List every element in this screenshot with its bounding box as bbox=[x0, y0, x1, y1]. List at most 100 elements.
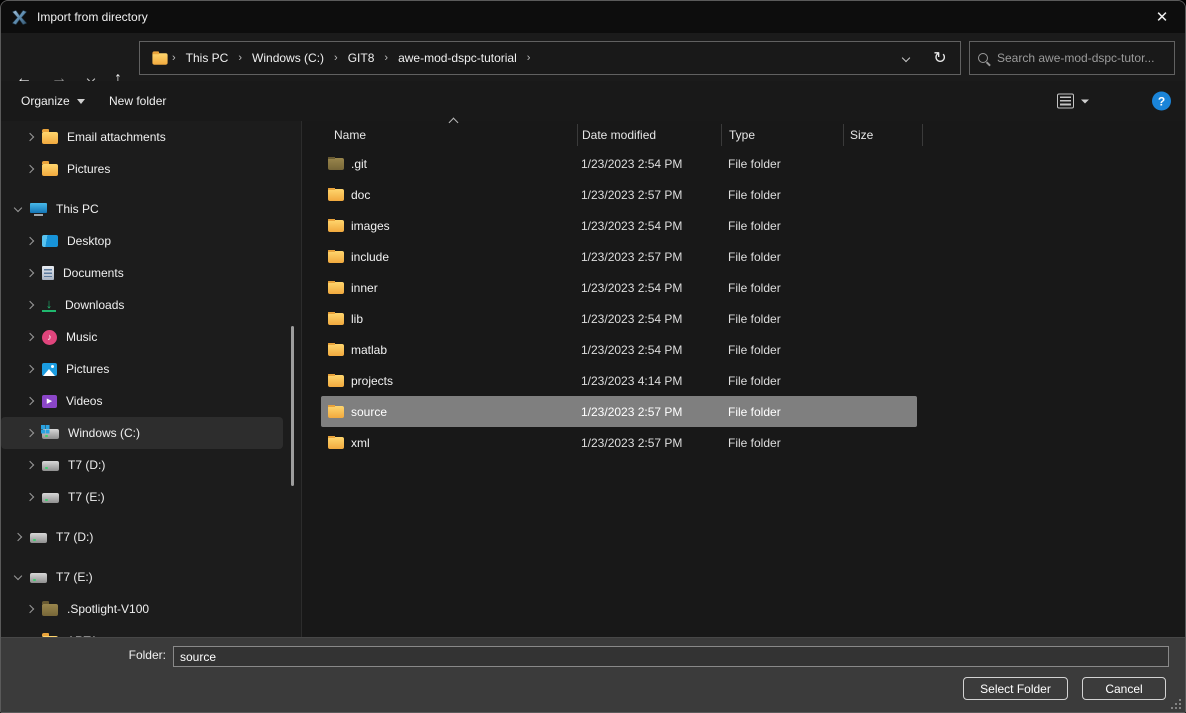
table-row[interactable]: matlab 1/23/2023 2:54 PM File folder bbox=[321, 334, 917, 365]
cancel-button[interactable]: Cancel bbox=[1082, 677, 1166, 700]
folder-icon bbox=[328, 220, 344, 232]
drive-icon bbox=[42, 461, 59, 471]
refresh-button[interactable]: ↻ bbox=[926, 45, 954, 71]
table-row[interactable]: projects 1/23/2023 4:14 PM File folder bbox=[321, 365, 917, 396]
drive-icon bbox=[42, 493, 59, 503]
table-row[interactable]: .git 1/23/2023 2:54 PM File folder bbox=[321, 148, 917, 179]
app-logo-icon bbox=[11, 9, 28, 26]
help-button[interactable]: ? bbox=[1152, 92, 1171, 111]
windows-drive-icon bbox=[42, 429, 59, 439]
breadcrumb: › This PC › Windows (C:) › GIT8 › awe-mo… bbox=[152, 47, 892, 69]
close-button[interactable]: ✕ bbox=[1139, 1, 1185, 32]
chevron-right-icon bbox=[14, 533, 22, 541]
breadcrumb-separator: › bbox=[234, 52, 246, 64]
window-title: Import from directory bbox=[37, 10, 148, 24]
address-bar[interactable]: › This PC › Windows (C:) › GIT8 › awe-mo… bbox=[139, 41, 961, 75]
resize-grip[interactable] bbox=[1171, 699, 1181, 709]
column-header-date[interactable]: Date modified bbox=[582, 128, 656, 142]
folder-icon bbox=[42, 164, 58, 176]
folder-name-input[interactable] bbox=[173, 646, 1169, 667]
table-row[interactable]: doc 1/23/2023 2:57 PM File folder bbox=[321, 179, 917, 210]
chevron-right-icon bbox=[26, 301, 34, 309]
sidebar-item-downloads[interactable]: ↓ Downloads bbox=[1, 289, 301, 321]
chevron-right-icon bbox=[26, 133, 34, 141]
folder-icon bbox=[152, 53, 167, 64]
navigation-pane: Email attachments Pictures This PC Deskt… bbox=[1, 121, 302, 637]
breadcrumb-this-pc[interactable]: This PC bbox=[180, 47, 235, 69]
breadcrumb-git8[interactable]: GIT8 bbox=[342, 47, 381, 69]
column-divider[interactable] bbox=[843, 124, 844, 146]
sidebar-item-spotlight-v100[interactable]: .Spotlight-V100 bbox=[1, 593, 301, 625]
sidebar-item-t7-e-root[interactable]: T7 (E:) bbox=[1, 561, 301, 593]
new-folder-button[interactable]: New folder bbox=[101, 88, 174, 114]
table-row[interactable]: inner 1/23/2023 2:54 PM File folder bbox=[321, 272, 917, 303]
chevron-down-icon bbox=[77, 99, 85, 104]
chevron-right-icon bbox=[26, 237, 34, 245]
search-box[interactable] bbox=[969, 41, 1175, 75]
chevron-down-icon bbox=[14, 571, 22, 579]
sidebar-item-t7-d[interactable]: T7 (D:) bbox=[1, 449, 301, 481]
hidden-folder-icon bbox=[328, 158, 344, 170]
music-icon: ♪ bbox=[42, 330, 57, 345]
column-header-type[interactable]: Type bbox=[729, 128, 755, 142]
hidden-folder-icon bbox=[42, 604, 58, 616]
column-header-name[interactable]: Name bbox=[334, 128, 366, 142]
import-dialog-window: Import from directory ✕ ← → ↑ › This PC … bbox=[0, 0, 1186, 713]
title-bar: Import from directory ✕ bbox=[1, 1, 1185, 33]
dialog-footer: Folder: bbox=[1, 637, 1185, 712]
table-row[interactable]: images 1/23/2023 2:54 PM File folder bbox=[321, 210, 917, 241]
table-row-selected[interactable]: source 1/23/2023 2:57 PM File folder bbox=[321, 396, 917, 427]
sidebar-item-music[interactable]: ♪ Music bbox=[1, 321, 301, 353]
chevron-down-icon bbox=[902, 54, 910, 62]
downloads-icon: ↓ bbox=[42, 298, 56, 312]
column-divider[interactable] bbox=[721, 124, 722, 146]
breadcrumb-windows-c[interactable]: Windows (C:) bbox=[246, 47, 330, 69]
search-icon bbox=[978, 53, 988, 63]
main-area: Email attachments Pictures This PC Deskt… bbox=[1, 121, 1185, 637]
drive-icon bbox=[30, 533, 47, 543]
folder-icon bbox=[42, 132, 58, 144]
folder-icon bbox=[328, 344, 344, 356]
column-divider[interactable] bbox=[577, 124, 578, 146]
search-input[interactable] bbox=[997, 51, 1166, 65]
organize-label: Organize bbox=[21, 94, 70, 108]
breadcrumb-current-folder[interactable]: awe-mod-dspc-tutorial bbox=[392, 47, 523, 69]
chevron-right-icon bbox=[26, 269, 34, 277]
folder-icon bbox=[328, 437, 344, 449]
table-row[interactable]: xml 1/23/2023 2:57 PM File folder bbox=[321, 427, 917, 458]
breadcrumb-separator: › bbox=[168, 52, 180, 64]
pictures-icon bbox=[42, 363, 57, 376]
column-header-size[interactable]: Size bbox=[850, 128, 873, 142]
desktop-icon bbox=[42, 235, 58, 247]
sidebar-item-t7-e[interactable]: T7 (E:) bbox=[1, 481, 301, 513]
command-toolbar: Organize New folder ? bbox=[1, 81, 1185, 121]
table-row[interactable]: lib 1/23/2023 2:54 PM File folder bbox=[321, 303, 917, 334]
videos-icon: ▶ bbox=[42, 395, 57, 408]
sidebar-item-desktop[interactable]: Desktop bbox=[1, 225, 301, 257]
sidebar-item-arta[interactable]: ARTA bbox=[1, 625, 301, 637]
select-folder-button[interactable]: Select Folder bbox=[963, 677, 1068, 700]
computer-icon bbox=[30, 203, 47, 216]
drive-icon bbox=[30, 573, 47, 583]
chevron-right-icon bbox=[26, 365, 34, 373]
address-dropdown-button[interactable] bbox=[892, 45, 920, 71]
sidebar-item-email-attachments[interactable]: Email attachments bbox=[1, 121, 301, 153]
chevron-right-icon bbox=[26, 397, 34, 405]
sidebar-item-pictures-top[interactable]: Pictures bbox=[1, 153, 301, 185]
organize-button[interactable]: Organize bbox=[13, 88, 93, 114]
sidebar-item-this-pc[interactable]: This PC bbox=[1, 193, 301, 225]
folder-icon bbox=[328, 282, 344, 294]
sidebar-item-videos[interactable]: ▶ Videos bbox=[1, 385, 301, 417]
folder-icon bbox=[328, 251, 344, 263]
folder-icon bbox=[328, 375, 344, 387]
sidebar-scrollbar[interactable] bbox=[291, 326, 294, 486]
sidebar-item-t7-d-root[interactable]: T7 (D:) bbox=[1, 521, 301, 553]
sidebar-item-windows-c[interactable]: Windows (C:) bbox=[1, 417, 283, 449]
chevron-right-icon bbox=[26, 493, 34, 501]
sidebar-item-pictures[interactable]: Pictures bbox=[1, 353, 301, 385]
sidebar-item-documents[interactable]: Documents bbox=[1, 257, 301, 289]
chevron-right-icon bbox=[26, 605, 34, 613]
column-divider[interactable] bbox=[922, 124, 923, 146]
view-mode-button[interactable] bbox=[1049, 88, 1097, 115]
table-row[interactable]: include 1/23/2023 2:57 PM File folder bbox=[321, 241, 917, 272]
